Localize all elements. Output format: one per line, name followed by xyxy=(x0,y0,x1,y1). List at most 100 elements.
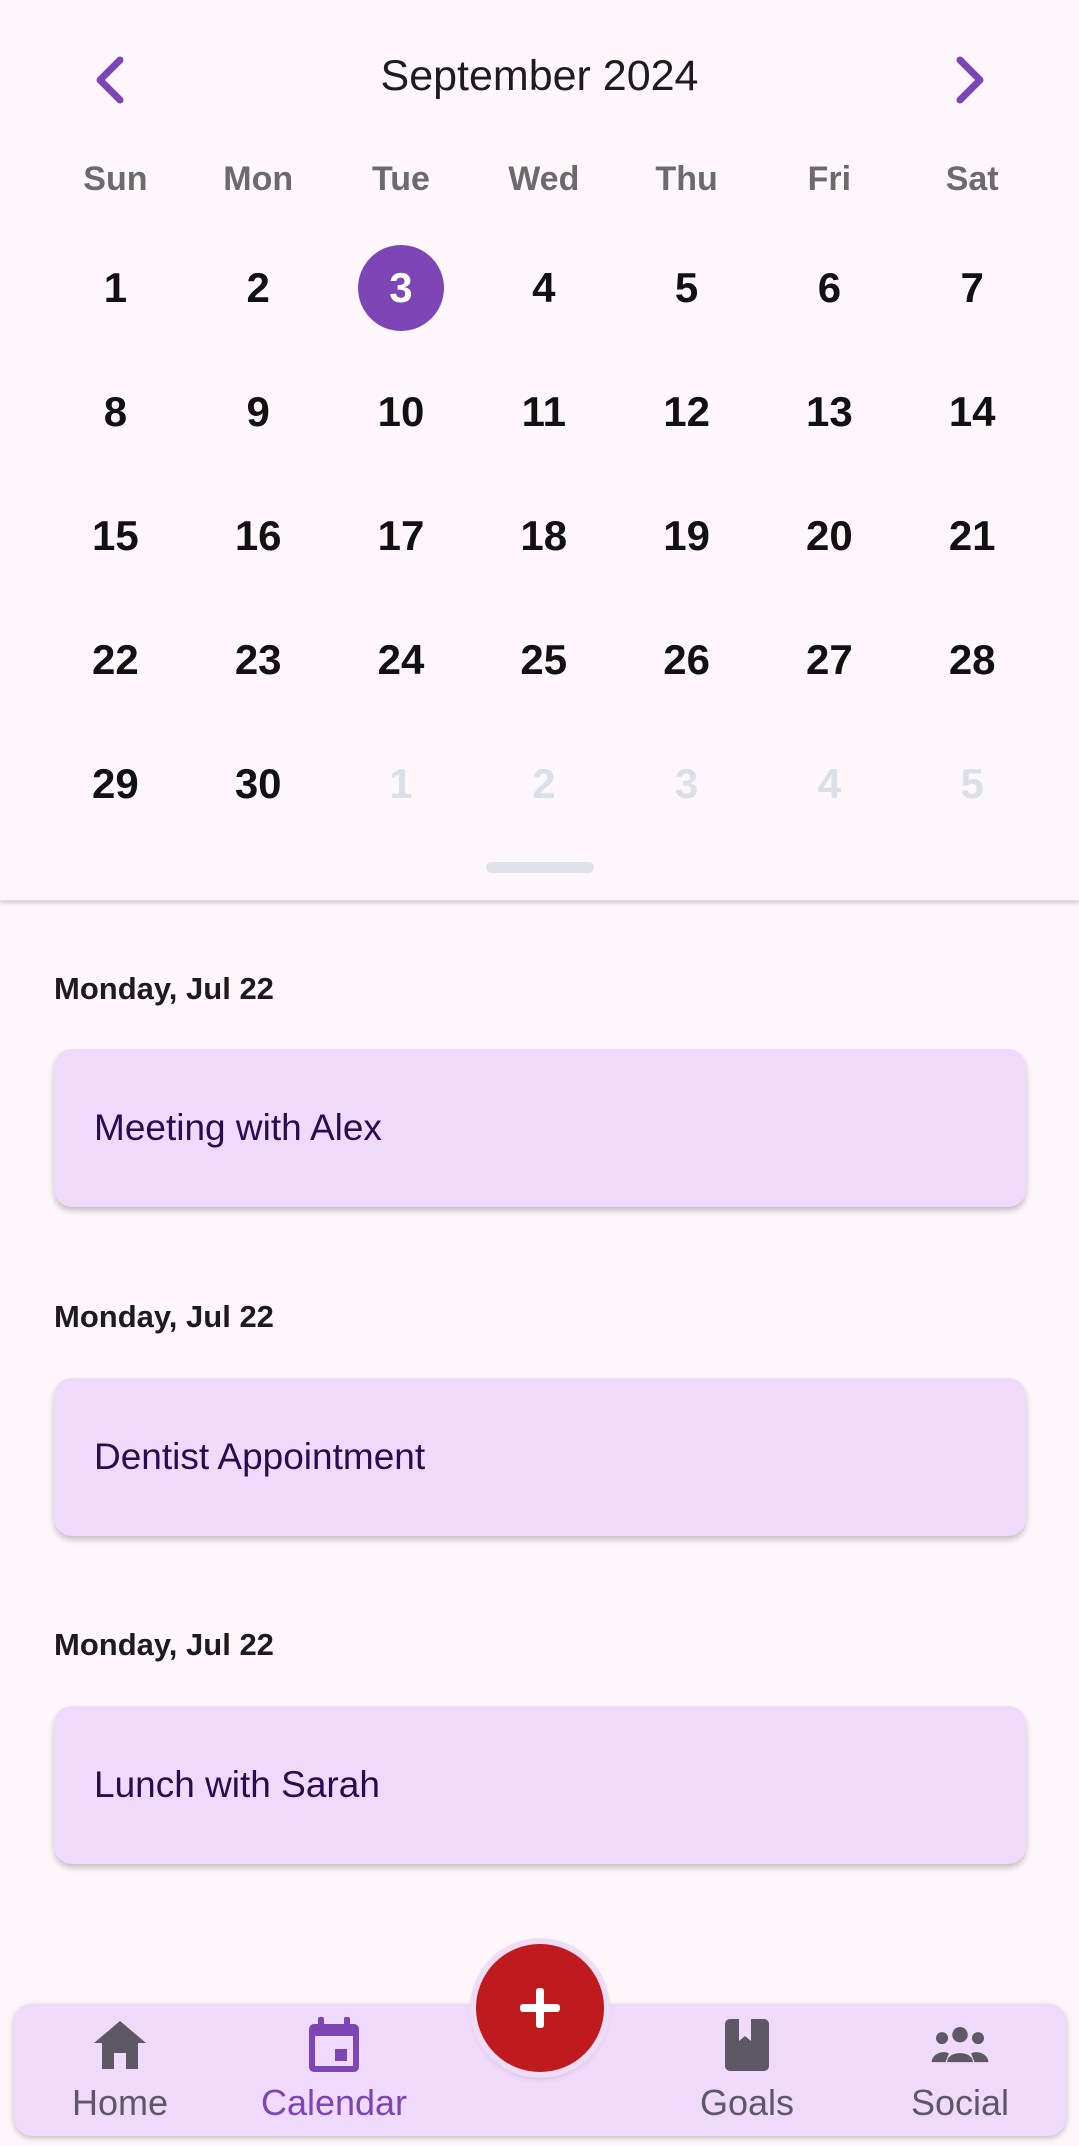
day-number: 24 xyxy=(377,636,425,683)
day-number: 18 xyxy=(520,512,568,559)
calendar-day[interactable]: 26 xyxy=(615,598,758,722)
calendar-day[interactable]: 16 xyxy=(187,474,330,598)
calendar-day[interactable]: 22 xyxy=(44,598,187,722)
calendar-day[interactable]: 7 xyxy=(901,226,1044,350)
calendar-day[interactable]: 28 xyxy=(901,598,1044,722)
calendar-day[interactable]: 27 xyxy=(758,598,901,722)
day-number: 4 xyxy=(532,264,556,311)
calendar-day[interactable]: 2 xyxy=(187,226,330,350)
month-header: September 2024 xyxy=(0,0,1079,160)
day-number: 23 xyxy=(234,636,282,683)
day-number: 5 xyxy=(674,264,699,311)
calendar-icon xyxy=(304,2014,364,2076)
calendar-day[interactable]: 13 xyxy=(758,350,901,474)
calendar-day[interactable]: 17 xyxy=(330,474,473,598)
day-number: 22 xyxy=(92,636,139,683)
calendar-day[interactable]: 23 xyxy=(187,598,330,722)
home-icon xyxy=(90,2014,150,2076)
day-number: 7 xyxy=(960,264,984,311)
day-number: 15 xyxy=(92,512,139,559)
calendar-day[interactable]: 4 xyxy=(472,226,615,350)
day-number: 6 xyxy=(817,264,842,311)
calendar-day[interactable]: 3 xyxy=(615,722,758,846)
plus-icon xyxy=(520,1988,560,2028)
day-number: 14 xyxy=(948,388,996,435)
nav-goals-label: Goals xyxy=(699,2082,795,2123)
nav-calendar[interactable]: Calendar xyxy=(234,2014,434,2134)
nav-social[interactable]: Social xyxy=(860,2014,1060,2134)
calendar-day[interactable]: 24 xyxy=(330,598,473,722)
day-number: 9 xyxy=(246,388,270,435)
nav-social-label: Social xyxy=(910,2082,1010,2123)
day-number: 30 xyxy=(234,760,282,807)
calendar-day[interactable]: 5 xyxy=(901,722,1044,846)
calendar-day-selected[interactable]: 3 xyxy=(330,226,473,350)
day-number: 17 xyxy=(377,512,425,559)
day-number: 1 xyxy=(389,760,413,807)
day-number: 27 xyxy=(806,636,853,683)
calendar-panel: September 2024 Sun Mon Tue Wed Thu Fri S… xyxy=(0,0,1079,901)
calendar-day[interactable]: 19 xyxy=(615,474,758,598)
day-number: 25 xyxy=(520,636,568,683)
day-number: 13 xyxy=(806,388,853,435)
nav-home[interactable]: Home xyxy=(20,2014,220,2134)
calendar-day[interactable]: 11 xyxy=(472,350,615,474)
weekday-label: Tue xyxy=(372,160,430,198)
event-title: Dentist Appointment xyxy=(94,1436,426,1477)
calendar-day[interactable]: 6 xyxy=(758,226,901,350)
weekday-label: Thu xyxy=(655,160,718,198)
calendar-day[interactable]: 1 xyxy=(44,226,187,350)
calendar-day[interactable]: 5 xyxy=(615,226,758,350)
calendar-day[interactable]: 2 xyxy=(472,722,615,846)
day-number: 2 xyxy=(532,760,556,807)
event-title: Lunch with Sarah xyxy=(94,1764,380,1805)
calendar-day[interactable]: 15 xyxy=(44,474,187,598)
day-number: 3 xyxy=(357,245,444,331)
calendar-day[interactable]: 25 xyxy=(472,598,615,722)
event-date-label: Monday, Jul 22 xyxy=(54,1627,274,1662)
calendar-day[interactable]: 21 xyxy=(901,474,1044,598)
chevron-right-icon xyxy=(956,56,984,104)
calendar-day[interactable]: 9 xyxy=(187,350,330,474)
month-title: September 2024 xyxy=(380,52,699,100)
day-number: 20 xyxy=(806,512,853,559)
day-number: 3 xyxy=(674,760,699,807)
calendar-day[interactable]: 1 xyxy=(330,722,473,846)
group-icon xyxy=(930,2014,990,2076)
day-number: 19 xyxy=(663,512,710,559)
calendar-day[interactable]: 18 xyxy=(472,474,615,598)
add-event-button[interactable] xyxy=(476,1944,604,2072)
weekday-label: Mon xyxy=(223,160,294,198)
event-card[interactable]: Meeting with Alex xyxy=(54,1049,1026,1207)
weekday-label: Sun xyxy=(83,160,148,198)
day-number: 29 xyxy=(92,760,139,807)
drag-handle[interactable] xyxy=(486,862,594,873)
event-date-label: Monday, Jul 22 xyxy=(54,971,274,1006)
event-date-label: Monday, Jul 22 xyxy=(54,1299,274,1334)
calendar-day[interactable]: 8 xyxy=(44,350,187,474)
event-card[interactable]: Lunch with Sarah xyxy=(54,1706,1026,1864)
day-number: 21 xyxy=(948,512,996,559)
weekday-header: Sun Mon Tue Wed Thu Fri Sat xyxy=(44,160,1044,212)
nav-home-label: Home xyxy=(71,2082,169,2123)
calendar-day[interactable]: 12 xyxy=(615,350,758,474)
day-number: 26 xyxy=(663,636,710,683)
calendar-day[interactable]: 4 xyxy=(758,722,901,846)
day-number: 1 xyxy=(103,264,128,311)
event-card[interactable]: Dentist Appointment xyxy=(54,1378,1026,1536)
calendar-day[interactable]: 10 xyxy=(330,350,473,474)
nav-goals[interactable]: Goals xyxy=(647,2014,847,2134)
day-number: 4 xyxy=(817,760,842,807)
day-number: 11 xyxy=(521,388,566,435)
day-number: 28 xyxy=(948,636,996,683)
day-number: 16 xyxy=(234,512,282,559)
calendar-day[interactable]: 14 xyxy=(901,350,1044,474)
calendar-day[interactable]: 30 xyxy=(187,722,330,846)
weekday-label: Wed xyxy=(508,160,580,198)
next-month-button[interactable] xyxy=(930,40,1010,120)
day-number: 2 xyxy=(246,264,270,311)
calendar-day[interactable]: 20 xyxy=(758,474,901,598)
book-icon xyxy=(717,2014,777,2076)
calendar-day[interactable]: 29 xyxy=(44,722,187,846)
day-number: 5 xyxy=(960,760,984,807)
